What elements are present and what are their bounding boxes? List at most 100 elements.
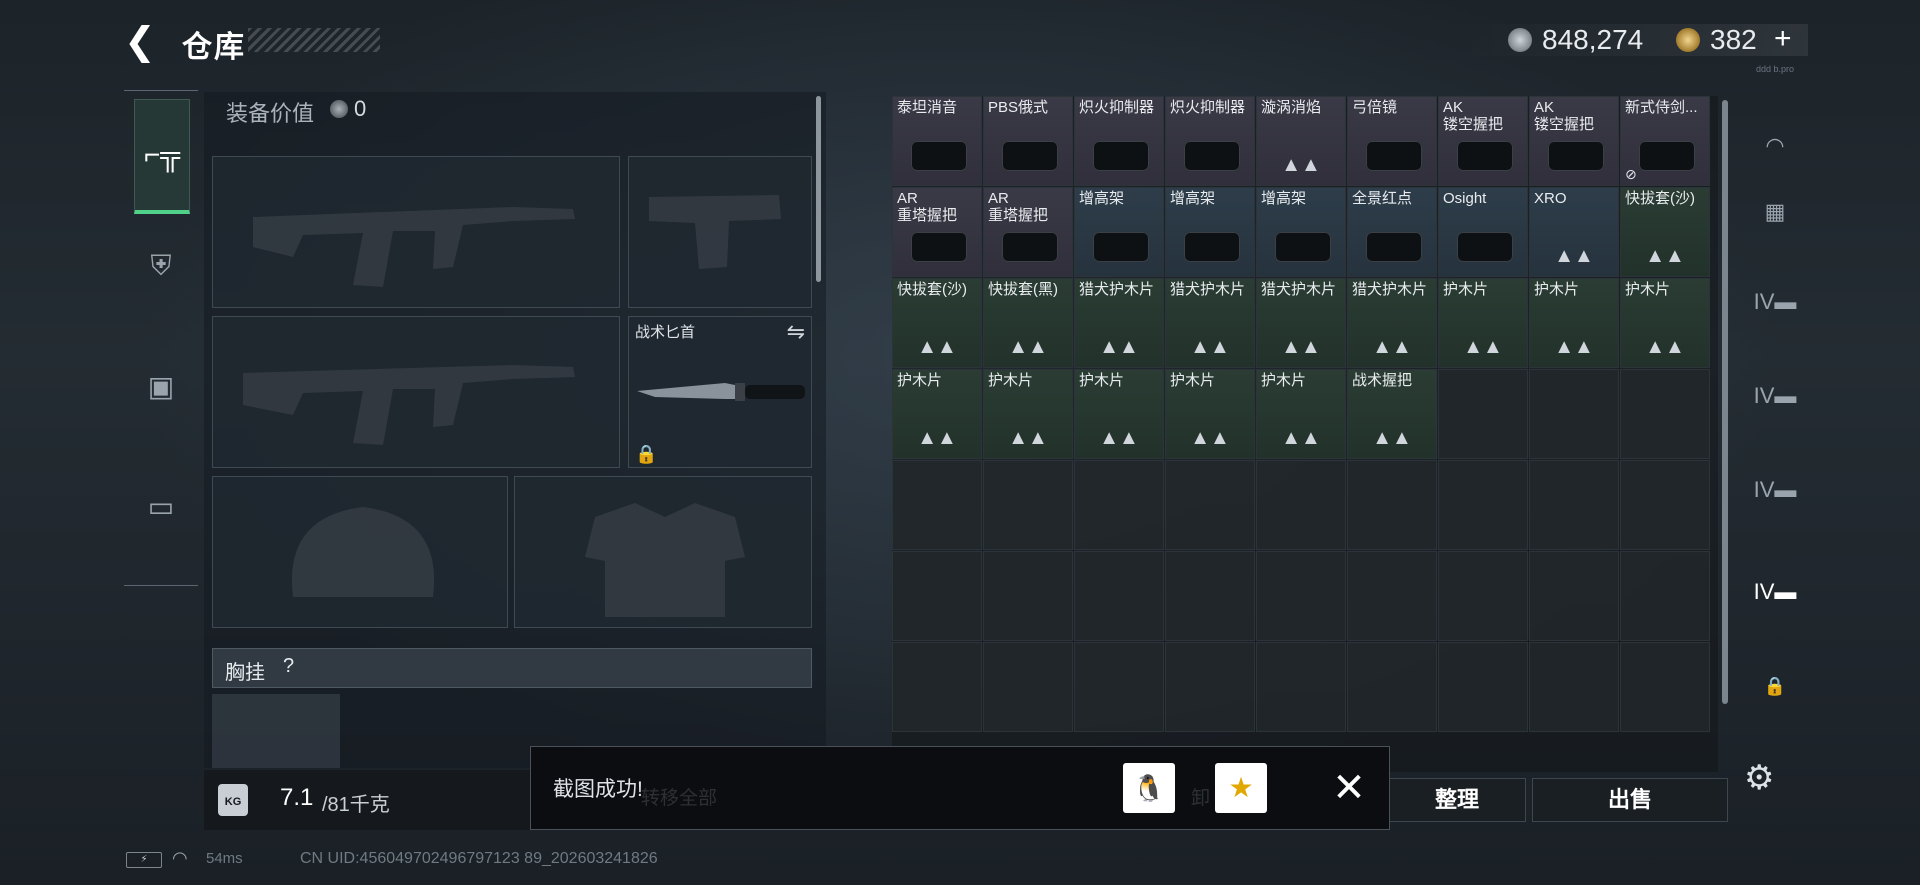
empty-inventory-cell[interactable] — [1529, 551, 1619, 641]
empty-inventory-cell[interactable] — [1165, 460, 1255, 550]
primary-weapon-slot-2[interactable] — [212, 316, 620, 468]
tier4-crate-icon[interactable]: IV▬ — [1734, 366, 1816, 426]
empty-inventory-cell[interactable] — [1620, 551, 1710, 641]
empty-inventory-cell[interactable] — [1256, 551, 1346, 641]
inventory-item[interactable]: PBS俄式 — [983, 96, 1073, 186]
gun-icon[interactable]: ⌐╦ — [134, 99, 190, 214]
back-arrow-icon[interactable]: ❮ — [124, 22, 164, 62]
inventory-item[interactable]: 护木片 ▲▲ — [1620, 278, 1710, 368]
empty-inventory-cell[interactable] — [1620, 369, 1710, 459]
empty-inventory-cell[interactable] — [1347, 551, 1437, 641]
inventory-item[interactable]: 炽火抑制器 — [1074, 96, 1164, 186]
empty-inventory-cell[interactable] — [1529, 460, 1619, 550]
inventory-item[interactable]: 护木片 ▲▲ — [1165, 369, 1255, 459]
item-name: 护木片 — [1534, 281, 1580, 298]
close-icon[interactable]: ✕ — [1327, 763, 1371, 813]
inventory-item[interactable]: 护木片 ▲▲ — [1074, 369, 1164, 459]
chest-rig-slot[interactable] — [212, 694, 340, 768]
inventory-item[interactable]: AR 重塔握把 — [892, 187, 982, 277]
empty-inventory-cell[interactable] — [1074, 642, 1164, 732]
empty-inventory-cell[interactable] — [1165, 642, 1255, 732]
empty-inventory-cell[interactable] — [983, 460, 1073, 550]
inventory-item[interactable]: 战术握把 ▲▲ — [1347, 369, 1437, 459]
empty-inventory-cell[interactable] — [1438, 369, 1528, 459]
empty-inventory-cell[interactable] — [1529, 369, 1619, 459]
inventory-item[interactable]: 炽火抑制器 — [1165, 96, 1255, 186]
empty-inventory-cell[interactable] — [1256, 460, 1346, 550]
melee-slot[interactable]: 战术匕首 ⇋ 🔒 — [628, 316, 812, 468]
inventory-item[interactable]: 快拔套(黑) ▲▲ — [983, 278, 1073, 368]
qzone-share-icon[interactable]: ★ — [1215, 763, 1267, 813]
inventory-item[interactable]: Osight — [1438, 187, 1528, 277]
inventory-item[interactable]: 漩涡消焰 ▲▲ — [1256, 96, 1346, 186]
empty-inventory-cell[interactable] — [1347, 642, 1437, 732]
helmet-nav-icon[interactable]: ◠ — [1734, 116, 1816, 176]
inventory-item[interactable]: XRO ▲▲ — [1529, 187, 1619, 277]
item-image-icon — [911, 232, 967, 262]
inventory-item[interactable]: 快拔套(沙) ▲▲ — [1620, 187, 1710, 277]
weapon-category-icon[interactable]: ▦ — [1734, 182, 1816, 242]
helmet-slot[interactable] — [212, 476, 508, 628]
inventory-item[interactable]: 新式侍剑... ⊘ — [1620, 96, 1710, 186]
inventory-item[interactable]: 护木片 ▲▲ — [892, 369, 982, 459]
knife-name: 战术匕首 — [635, 324, 696, 341]
add-currency-button[interactable]: + — [1774, 22, 1792, 56]
chest-rig-label: 胸挂 — [225, 662, 265, 684]
inventory-item[interactable]: 护木片 ▲▲ — [983, 369, 1073, 459]
pistol-slot[interactable] — [628, 156, 812, 308]
inventory-item[interactable]: 弓倍镜 — [1347, 96, 1437, 186]
case-icon[interactable]: ▭ — [134, 451, 188, 561]
backpack-icon[interactable]: ▣ — [134, 331, 188, 441]
empty-inventory-cell[interactable] — [892, 460, 982, 550]
empty-inventory-cell[interactable] — [1256, 642, 1346, 732]
inventory-item[interactable]: AK 镂空握把 — [1438, 96, 1528, 186]
inventory-item[interactable]: 全景红点 — [1347, 187, 1437, 277]
empty-inventory-cell[interactable] — [983, 551, 1073, 641]
inventory-scrollbar[interactable] — [1722, 100, 1728, 704]
inventory-item[interactable]: 猎犬护木片 ▲▲ — [1256, 278, 1346, 368]
body-armor-slot[interactable] — [514, 476, 812, 628]
item-name: PBS俄式 — [988, 99, 1049, 116]
chest-rig-header: 胸挂 ? — [212, 648, 812, 688]
inventory-item[interactable]: 猎犬护木片 ▲▲ — [1347, 278, 1437, 368]
inventory-item[interactable]: 猎犬护木片 ▲▲ — [1074, 278, 1164, 368]
empty-inventory-cell[interactable] — [1620, 642, 1710, 732]
sort-button[interactable]: 整理 — [1388, 778, 1526, 822]
empty-inventory-cell[interactable] — [983, 642, 1073, 732]
sell-button[interactable]: 出售 — [1532, 778, 1728, 822]
qq-share-icon[interactable]: 🐧 — [1123, 763, 1175, 813]
empty-inventory-cell[interactable] — [1074, 551, 1164, 641]
knife-image-icon — [637, 383, 805, 401]
empty-inventory-cell[interactable] — [1165, 551, 1255, 641]
empty-inventory-cell[interactable] — [1074, 460, 1164, 550]
tier4-crate-icon[interactable]: IV▬ — [1734, 460, 1816, 520]
empty-inventory-cell[interactable] — [892, 642, 982, 732]
inventory-item[interactable]: 护木片 ▲▲ — [1529, 278, 1619, 368]
inventory-item[interactable]: 泰坦消音 — [892, 96, 982, 186]
inventory-item[interactable]: 增高架 — [1256, 187, 1346, 277]
empty-inventory-cell[interactable] — [1438, 551, 1528, 641]
empty-inventory-cell[interactable] — [1620, 460, 1710, 550]
primary-weapon-slot-1[interactable] — [212, 156, 620, 308]
inventory-item[interactable]: 增高架 — [1165, 187, 1255, 277]
tier4-crate-active-icon[interactable]: IV▬ — [1734, 562, 1816, 622]
empty-inventory-cell[interactable] — [892, 551, 982, 641]
empty-inventory-cell[interactable] — [1438, 642, 1528, 732]
empty-inventory-cell[interactable] — [1529, 642, 1619, 732]
inventory-item[interactable]: 猎犬护木片 ▲▲ — [1165, 278, 1255, 368]
inventory-item[interactable]: AK 镂空握把 — [1529, 96, 1619, 186]
inventory-item[interactable]: AR 重塔握把 — [983, 187, 1073, 277]
inventory-item[interactable]: 增高架 — [1074, 187, 1164, 277]
armor-icon[interactable]: ⛨ — [134, 211, 188, 321]
swap-arrows-icon[interactable]: ⇋ — [787, 319, 805, 345]
inventory-item[interactable]: 快拔套(沙) ▲▲ — [892, 278, 982, 368]
inventory-item[interactable]: 护木片 ▲▲ — [1256, 369, 1346, 459]
version-text: ddd b.pro — [1756, 64, 1795, 74]
gear-icon[interactable]: ⚙ — [1744, 758, 1784, 798]
equipment-scrollbar[interactable] — [816, 96, 821, 282]
help-icon[interactable]: ? — [283, 655, 294, 678]
inventory-item[interactable]: 护木片 ▲▲ — [1438, 278, 1528, 368]
empty-inventory-cell[interactable] — [1347, 460, 1437, 550]
tier4-crate-icon[interactable]: IV▬ — [1734, 272, 1816, 332]
empty-inventory-cell[interactable] — [1438, 460, 1528, 550]
